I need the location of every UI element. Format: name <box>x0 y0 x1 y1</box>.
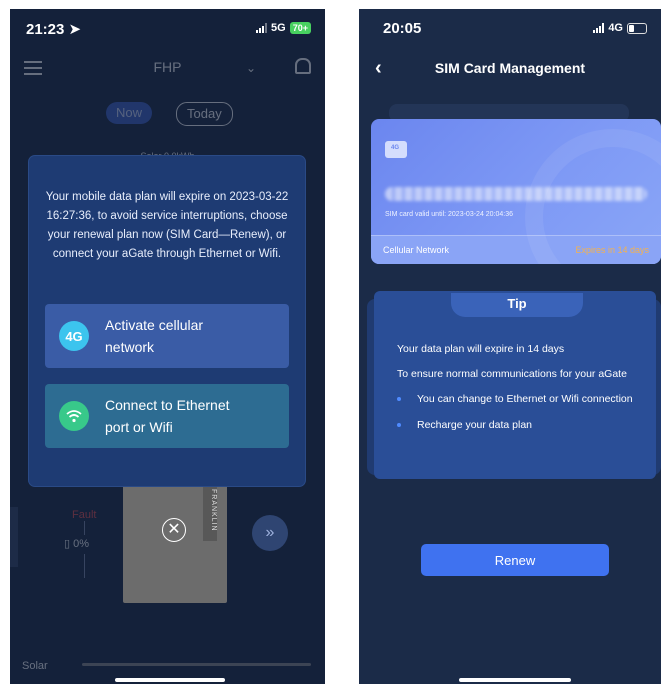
sim-number-blurred <box>385 187 647 201</box>
dialog-message: Your mobile data plan will expire on 202… <box>45 191 289 260</box>
battery-icon <box>627 22 647 34</box>
status-time: 21:23 ➤ <box>26 21 82 38</box>
expires-label: Expires in 14 days <box>575 245 649 255</box>
chevron-down-icon[interactable]: ⌄ <box>246 61 256 75</box>
device-brand: FRANKLIN <box>210 489 217 532</box>
battery-badge: 70+ <box>289 22 311 34</box>
card-footer: Cellular Network Expires in 14 days <box>371 235 661 264</box>
tip-bullets: You can change to Ethernet or Wifi conne… <box>397 393 637 431</box>
tip-line-expiry: Your data plan will expire in 14 days <box>397 343 565 355</box>
tip-title: Tip <box>451 293 583 317</box>
tip-bullet-recharge: Recharge your data plan <box>397 419 637 431</box>
sim-chip-icon <box>385 141 407 158</box>
status-time: 20:05 <box>383 20 422 37</box>
fast-forward-icon[interactable]: » <box>252 515 288 551</box>
activate-cellular-button[interactable]: 4G Activate cellular network <box>45 304 289 368</box>
tab-today[interactable]: Today <box>176 102 233 126</box>
network-label: Cellular Network <box>383 245 450 255</box>
page-title: SIM Card Management <box>434 60 586 76</box>
solar-label: Solar <box>22 660 48 672</box>
side-indicator <box>10 507 18 567</box>
signal-icon <box>256 23 268 33</box>
plan-expiry-dialog: Your mobile data plan will expire on 202… <box>29 156 305 486</box>
connector-line <box>84 521 85 535</box>
connector-line <box>84 554 85 578</box>
cellular-4g-icon: 4G <box>59 321 89 351</box>
renew-button[interactable]: Renew <box>421 544 609 576</box>
battery-percent: ▯ 0% <box>64 538 90 550</box>
tip-bullet-ethernet: You can change to Ethernet or Wifi conne… <box>397 393 637 405</box>
status-bar: 21:23 ➤ 5G 70+ <box>10 9 325 49</box>
tip-content: Your data plan will expire in 14 days To… <box>397 343 637 445</box>
signal-icon <box>593 23 605 33</box>
site-title: FHP <box>153 59 182 75</box>
right-phone-screen: 20:05 4G ‹ SIM Card Management SIM card … <box>359 9 661 684</box>
activate-cellular-label: Activate cellular network <box>105 317 204 355</box>
sim-valid-until: SIM card valid until: 2023-03-24 20:04:3… <box>385 211 514 218</box>
network-type: 5G <box>271 22 286 34</box>
status-right: 4G <box>593 22 647 34</box>
home-indicator <box>459 678 571 682</box>
fault-label: Fault <box>72 509 97 521</box>
connect-ethernet-wifi-button[interactable]: Connect to Ethernet port or Wifi <box>45 384 289 448</box>
left-phone-screen: 21:23 ➤ 5G 70+ FHP ⌄ Now Today Solar 0.0… <box>10 9 325 684</box>
home-indicator <box>115 678 225 682</box>
wifi-icon <box>59 401 89 431</box>
status-right: 5G 70+ <box>256 22 311 34</box>
tip-line-ensure: To ensure normal communications for your… <box>397 368 627 380</box>
status-bar: 20:05 4G <box>359 9 661 49</box>
bell-icon[interactable] <box>295 58 311 74</box>
sim-card: SIM card valid until: 2023-03-24 20:04:3… <box>371 119 661 264</box>
close-icon[interactable]: ✕ <box>162 518 186 542</box>
tab-now[interactable]: Now <box>106 102 153 124</box>
network-type: 4G <box>608 22 623 34</box>
connect-ethernet-label: Connect to Ethernet port or Wifi <box>105 397 230 435</box>
solar-progress-track <box>82 663 311 666</box>
agate-device-image: FRANKLIN ✕ <box>123 481 227 603</box>
